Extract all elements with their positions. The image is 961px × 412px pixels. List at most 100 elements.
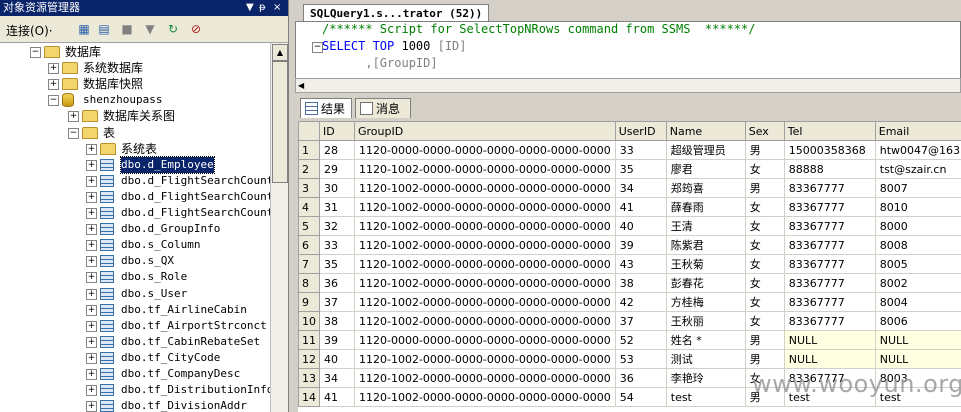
tree-node[interactable]: + dbo.d_FlightSearchCount [0,173,270,189]
refresh-icon[interactable]: ↻ [165,21,181,37]
row-number[interactable]: 1 [298,140,320,160]
tree-node[interactable]: + dbo.tf_AirlineCabin [0,302,270,318]
table-cell[interactable]: NULL [874,330,961,350]
tree-node[interactable]: + dbo.tf_CompanyDesc [0,366,270,382]
table-row[interactable]: 1 28 1120-0000-0000-0000-0000-0000-0000-00… [298,140,961,160]
collapse-icon[interactable]: − [68,127,79,139]
table-cell[interactable]: 8008 [874,235,961,255]
query-editor[interactable]: − /****** Script for SelectTopNRows comm… [295,21,961,81]
table-cell[interactable]: 王秋丽 [665,311,746,331]
tree-node[interactable]: + 系统数据库 [0,60,270,76]
table-cell[interactable]: 1120-1002-0000-0000-0000-0000-0000-0000 [354,349,616,369]
tree-node[interactable]: + dbo.s_Column [0,237,270,253]
table-cell[interactable]: 男 [744,330,785,350]
table-cell[interactable]: 1120-1002-0000-0000-0000-0000-0000-0000 [354,216,616,236]
row-number[interactable]: 9 [298,292,320,312]
table-cell[interactable]: 35 [319,254,355,274]
filter-icon[interactable]: ▼ [142,21,158,37]
column-header[interactable]: UserID [614,121,667,141]
table-cell[interactable]: 32 [319,216,355,236]
tree-node[interactable]: + dbo.d_Employee [0,155,270,174]
table-cell[interactable]: 40 [614,216,667,236]
table-cell[interactable]: 30 [319,178,355,198]
table-cell[interactable]: 1120-1002-0000-0000-0000-0000-0000-0000 [354,254,616,274]
editor-horizontal-scrollbar[interactable]: ◀ [295,78,961,93]
table-cell[interactable]: 33 [319,235,355,255]
table-cell[interactable]: 15000358368 [783,140,876,160]
table-cell[interactable]: 42 [614,292,667,312]
dropdown-icon[interactable]: ▼ [246,0,254,16]
table-cell[interactable]: 1120-1002-0000-0000-0000-0000-0000-0000 [354,235,616,255]
connect-button[interactable]: 连接(O)· [6,22,53,39]
table-row[interactable]: 8 36 1120-1002-0000-0000-0000-0000-0000-00… [298,273,961,293]
table-cell[interactable]: 31 [319,197,355,217]
tree-node[interactable]: + dbo.s_User [0,286,270,302]
tree-node[interactable]: + dbo.s_QX [0,253,270,269]
tab-sqlquery[interactable]: SQLQuery1.s...trator (52)) [303,4,489,22]
row-number[interactable]: 4 [298,197,320,217]
row-number[interactable]: 3 [298,178,320,198]
collapse-icon[interactable]: − [30,47,41,58]
table-cell[interactable]: 女 [744,235,785,255]
row-number[interactable]: 7 [298,254,320,274]
row-number[interactable]: 5 [298,216,320,236]
expand-icon[interactable]: + [86,143,97,155]
table-row[interactable]: 7 35 1120-1002-0000-0000-0000-0000-0000-00… [298,254,961,274]
grid-corner[interactable] [298,121,320,141]
table-cell[interactable]: 李艳玲 [665,368,746,388]
table-cell[interactable]: 54 [614,387,667,407]
tree-node[interactable]: + 数据库关系图 [0,108,270,124]
table-cell[interactable]: 8004 [874,292,961,312]
row-number[interactable]: 8 [298,273,320,293]
table-cell[interactable]: 83367777 [783,178,876,198]
collapse-icon[interactable]: − [48,95,59,107]
row-number[interactable]: 10 [298,311,320,331]
table-cell[interactable]: 陈紫君 [665,235,746,255]
table-cell[interactable]: 测试 [665,349,746,369]
connect-icon[interactable]: ▦ [76,21,92,37]
expand-icon[interactable]: + [86,336,97,348]
row-number[interactable]: 14 [298,387,320,407]
tree-node[interactable]: − shenzhoupass [0,92,270,108]
tree-node[interactable]: + dbo.d_GroupInfo [0,221,270,237]
tree-node[interactable]: + dbo.tf_DivisionAddr [0,398,270,412]
table-cell[interactable]: 薛春雨 [665,197,746,217]
tree-node[interactable]: + 系统表 [0,141,270,157]
disconnect-icon[interactable]: ▤ [96,21,112,37]
expand-icon[interactable]: + [86,240,97,252]
table-cell[interactable]: 女 [744,292,785,312]
table-cell[interactable]: 郑筠喜 [665,178,746,198]
table-cell[interactable]: NULL [783,330,876,350]
expand-icon[interactable]: + [86,256,97,268]
row-number[interactable]: 12 [298,349,320,369]
table-cell[interactable]: 男 [744,140,785,160]
table-cell[interactable]: 33 [614,140,667,160]
table-cell[interactable]: 83367777 [783,216,876,236]
table-cell[interactable]: 39 [319,330,355,350]
column-header[interactable]: Name [665,121,746,141]
expand-icon[interactable]: + [86,191,97,203]
table-cell[interactable]: 36 [319,273,355,293]
table-cell[interactable]: 37 [614,311,667,331]
table-cell[interactable]: 8010 [874,197,961,217]
table-cell[interactable]: 83367777 [783,197,876,217]
results-grid[interactable]: ID GroupID UserID Name Sex Tel Email 1 28 1120-0… [298,121,961,412]
row-number[interactable]: 6 [298,235,320,255]
expand-icon[interactable]: + [86,159,97,171]
column-header[interactable]: ID [319,121,355,141]
column-header[interactable]: Tel [783,121,876,141]
tree-node[interactable]: + dbo.tf_DistributionInfo [0,382,270,398]
table-cell[interactable]: 1120-1002-0000-0000-0000-0000-0000-0000 [354,197,616,217]
expand-icon[interactable]: + [86,352,97,364]
table-cell[interactable]: 88888 [783,159,876,179]
expand-icon[interactable]: + [68,111,79,123]
expand-icon[interactable]: + [48,79,59,91]
table-cell[interactable]: 女 [744,273,785,293]
tree-node[interactable]: + dbo.d_FlightSearchCount_2 [0,205,270,221]
expand-icon[interactable]: + [86,304,97,316]
table-cell[interactable]: 1120-0000-0000-0000-0000-0000-0000-0000 [354,330,616,350]
column-header[interactable]: GroupID [354,121,616,141]
scrollbar-thumb[interactable] [272,61,288,183]
summary-icon[interactable]: ⊘ [188,21,204,37]
expand-icon[interactable]: + [86,288,97,300]
